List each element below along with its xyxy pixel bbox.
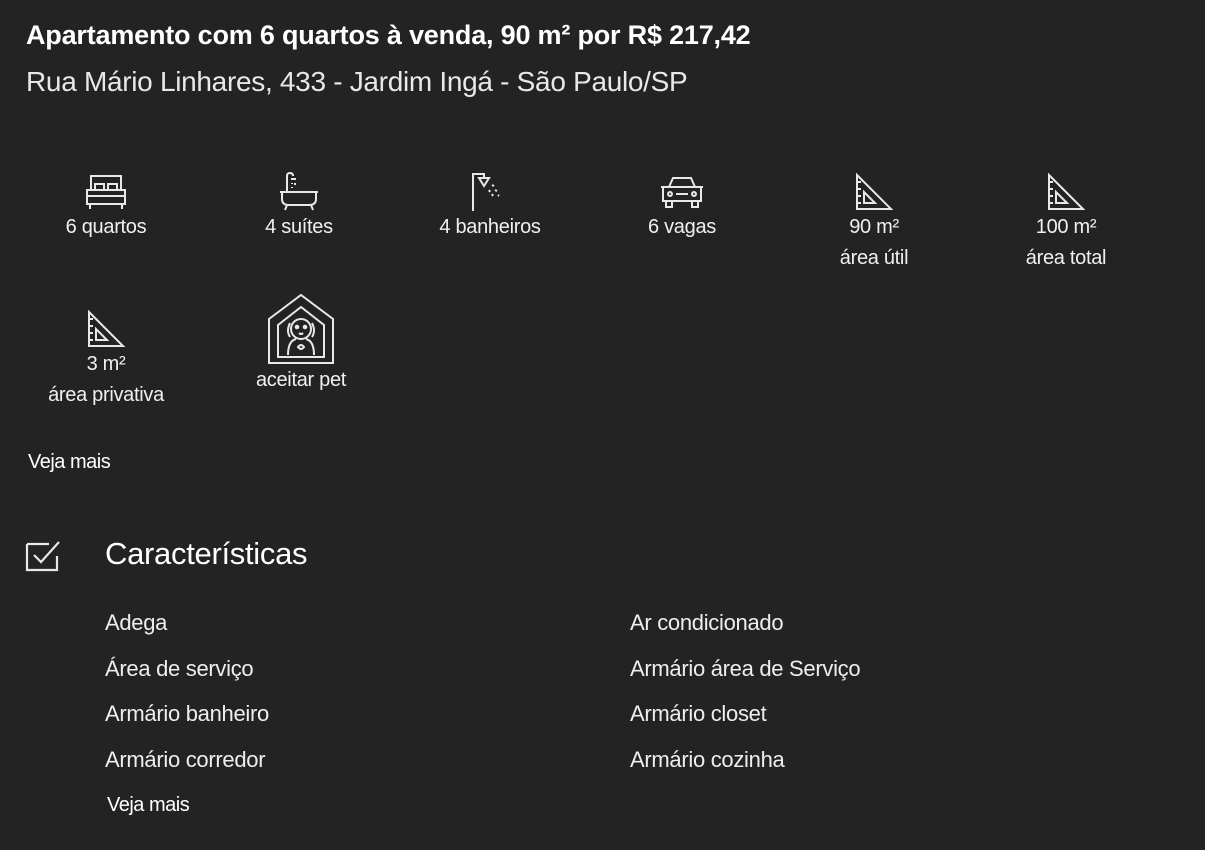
characteristic-item: Armário closet [630, 701, 767, 726]
feature-bedrooms: 6 quartos [26, 168, 186, 243]
feature-sublabel: área total [1025, 247, 1107, 269]
characteristic-item: Ar condicionado [630, 610, 784, 635]
bed-icon [26, 168, 186, 212]
feature-usable-area: 90 m² área útil [794, 168, 954, 274]
feature-label: aceitar pet [255, 369, 347, 391]
set-square-icon [794, 168, 954, 212]
feature-label: 3 m² [86, 353, 126, 375]
pet-house-icon [221, 293, 381, 365]
set-square-icon [26, 305, 186, 349]
feature-label: 6 vagas [648, 216, 716, 238]
characteristic-item: Área de serviço [105, 656, 254, 681]
characteristic-item: Adega [105, 610, 168, 635]
listing-title: Apartamento com 6 quartos à venda, 90 m²… [26, 20, 751, 50]
feature-label: 4 suítes [265, 216, 333, 238]
shower-icon [410, 168, 570, 212]
characteristics-title: Características [105, 536, 308, 571]
feature-label: 100 m² [1035, 216, 1097, 238]
characteristics-see-more-link[interactable]: Veja mais [107, 794, 190, 817]
characteristic-item: Armário banheiro [105, 701, 269, 726]
characteristic-item: Armário área de Serviço [630, 656, 861, 681]
feature-bathrooms: 4 banheiros [410, 168, 570, 243]
listing-address: Rua Mário Linhares, 433 - Jardim Ingá - … [26, 66, 688, 97]
feature-pet-friendly: aceitar pet [221, 293, 381, 396]
feature-sublabel: área privativa [48, 384, 164, 406]
car-icon [602, 168, 762, 212]
checkbox-icon [24, 538, 64, 574]
feature-label: 6 quartos [65, 216, 147, 238]
characteristic-item: Armário corredor [105, 747, 266, 772]
feature-label: 90 m² [849, 216, 899, 238]
feature-parking: 6 vagas [602, 168, 762, 243]
feature-suites: 4 suítes [219, 168, 379, 243]
set-square-icon [986, 168, 1146, 212]
feature-label: 4 banheiros [439, 216, 541, 238]
features-see-more-link[interactable]: Veja mais [28, 451, 111, 474]
bathtub-icon [219, 168, 379, 212]
feature-private-area: 3 m² área privativa [26, 305, 186, 411]
feature-total-area: 100 m² área total [986, 168, 1146, 274]
characteristic-item: Armário cozinha [630, 747, 785, 772]
feature-sublabel: área útil [839, 247, 909, 269]
